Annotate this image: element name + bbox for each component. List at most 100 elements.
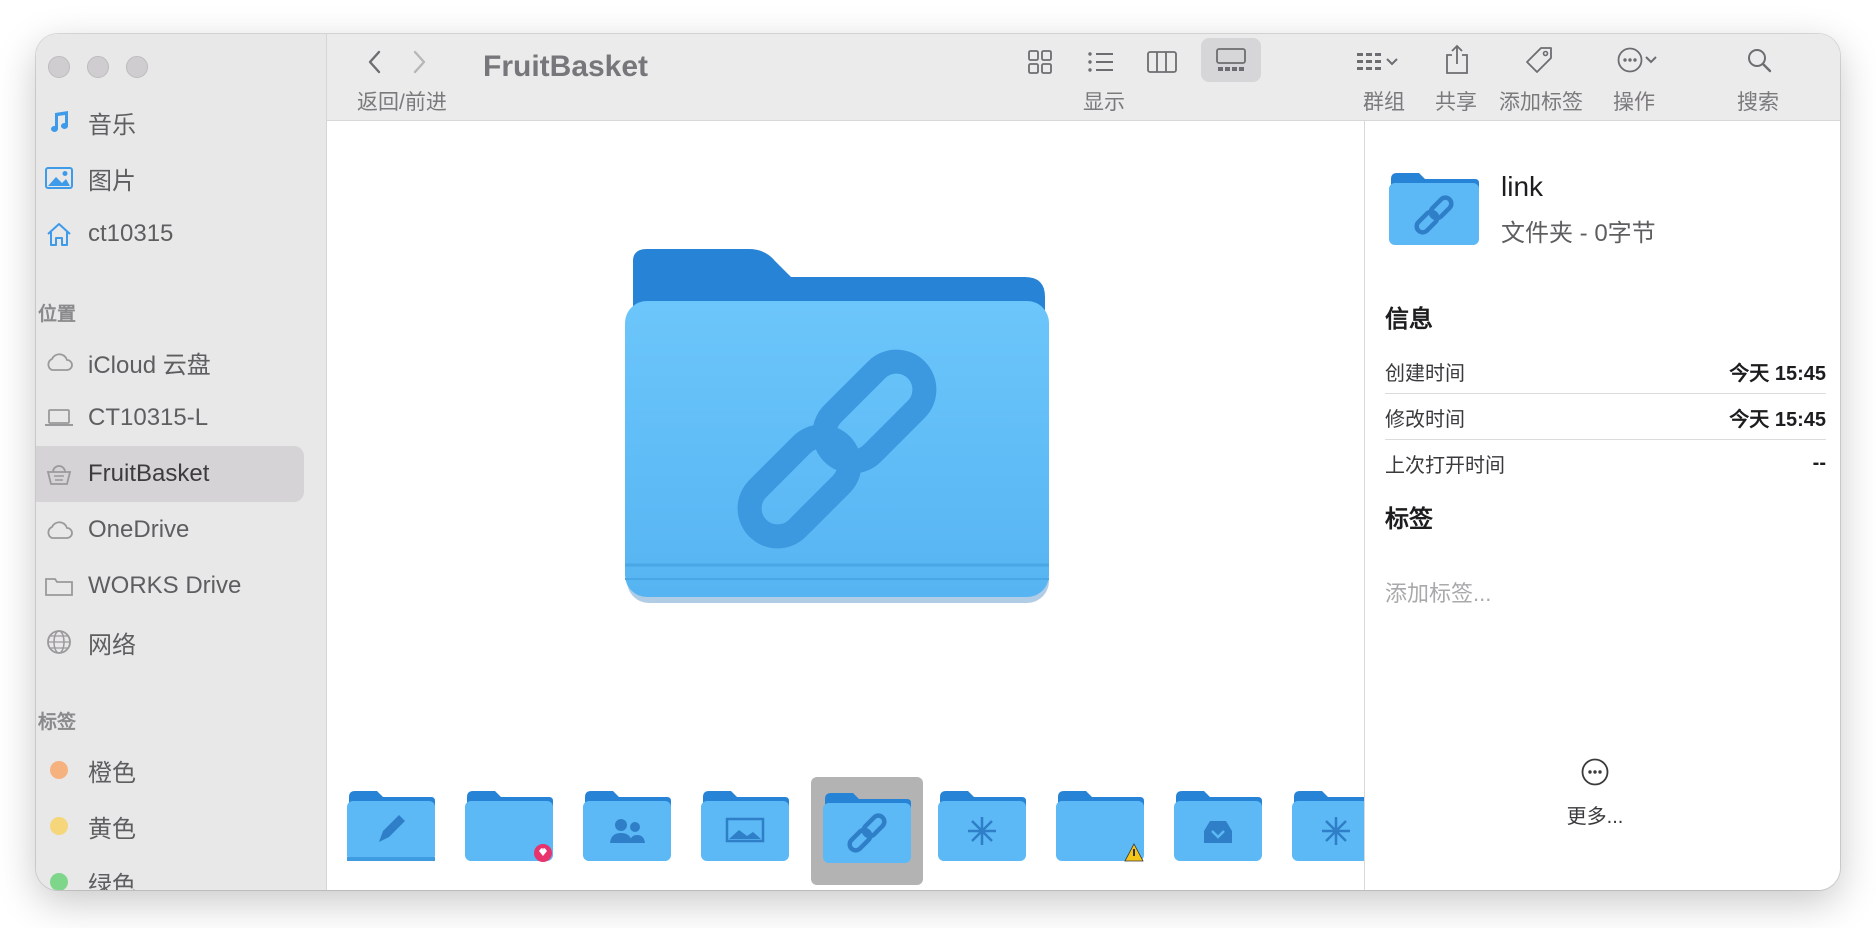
add-tag-label: 添加标签 (1499, 91, 1583, 114)
sidebar-item-label: 图片 (88, 167, 136, 195)
chevron-left-icon (368, 50, 381, 74)
close-button[interactable] (48, 56, 70, 78)
sidebar-item-label: 音乐 (88, 111, 136, 139)
thumbnail-sparkle-2[interactable] (1290, 787, 1364, 865)
sidebar-item-music[interactable]: 音乐 (36, 94, 326, 150)
sidebar-item-icloud[interactable]: iCloud 云盘 (36, 334, 326, 390)
info-value: -- (1812, 451, 1826, 474)
info-header: 信息 (1385, 306, 1433, 333)
sidebar-item-tag-yellow[interactable]: 黄色 (36, 798, 326, 854)
group-button[interactable] (1347, 42, 1407, 82)
zoom-button[interactable] (126, 56, 148, 78)
sidebar-section-locations: 位置 (38, 304, 77, 325)
chevron-down-icon (1386, 58, 1398, 66)
sidebar-item-network[interactable]: 网络 (36, 614, 326, 670)
sidebar-item-pictures[interactable]: 图片 (36, 150, 326, 206)
sidebar-item-works-drive[interactable]: WORKS Drive (36, 558, 326, 614)
view-gallery-button[interactable] (1201, 38, 1261, 82)
search-icon (1748, 49, 1772, 73)
more-button[interactable]: 更多... (1535, 757, 1655, 829)
sidebar-item-tag-green[interactable]: 绿色 (36, 854, 326, 890)
back-button[interactable] (357, 44, 393, 80)
group-icon (1357, 53, 1381, 70)
sidebar-item-computer[interactable]: CT10315-L (36, 390, 326, 446)
tag-dot-icon (42, 865, 76, 890)
sidebar-item-label: WORKS Drive (88, 572, 242, 599)
action-label: 操作 (1613, 91, 1655, 114)
sidebar-item-onedrive[interactable]: OneDrive (36, 502, 326, 558)
inspector-folder-icon (1387, 169, 1481, 254)
thumbnail-picture[interactable] (699, 787, 791, 865)
sidebar: 音乐 图片 ct10315 位置 iCloud 云盘 CT10315-L Fru… (36, 34, 327, 890)
link-folder-icon (1389, 173, 1479, 245)
thumbnail-pencil[interactable] (345, 787, 437, 865)
thumbnail-people[interactable] (581, 787, 673, 865)
sidebar-item-label: FruitBasket (88, 460, 210, 487)
tags-header: 标签 (1385, 506, 1433, 533)
minimize-button[interactable] (87, 56, 109, 78)
thumbnail-warning[interactable] (1054, 787, 1146, 865)
thumbnail-sparkle[interactable] (936, 787, 1028, 865)
basket-icon (42, 457, 76, 491)
share-icon (1446, 44, 1468, 74)
thumbnail-link-selected[interactable] (811, 777, 923, 885)
window-title: FruitBasket (483, 50, 649, 83)
sidebar-item-label: iCloud 云盘 (88, 351, 211, 379)
share-button[interactable] (1437, 38, 1477, 82)
chevron-down-icon (1645, 56, 1657, 64)
view-list-button[interactable] (1079, 42, 1123, 82)
info-key: 创建时间 (1385, 362, 1465, 385)
sidebar-item-label: 网络 (88, 631, 136, 659)
tag-icon (1526, 47, 1552, 73)
info-value: 今天 15:45 (1729, 362, 1826, 385)
sidebar-item-label: ct10315 (88, 220, 174, 247)
view-icons-button[interactable] (1018, 42, 1062, 82)
info-key: 修改时间 (1385, 408, 1465, 431)
thumbnail-inbox[interactable] (1172, 787, 1264, 865)
search-button[interactable] (1739, 40, 1779, 80)
columns-icon (1147, 51, 1177, 73)
info-row-created: 创建时间 今天 15:45 (1385, 349, 1826, 394)
forward-button[interactable] (401, 44, 437, 80)
sidebar-item-home[interactable]: ct10315 (36, 206, 326, 262)
toolbar: 返回/前进 FruitBasket 显示 群组 共享 添加标签 操作 搜索 (327, 34, 1840, 121)
chevron-right-icon (413, 50, 426, 74)
add-tags-field[interactable]: 添加标签... (1385, 576, 1491, 608)
photo-icon (42, 161, 76, 195)
inbox-icon (1204, 821, 1232, 843)
more-label: 更多... (1566, 806, 1624, 828)
tag-dot-icon (42, 809, 76, 843)
search-label: 搜索 (1737, 91, 1779, 114)
group-label: 群组 (1363, 91, 1405, 114)
finder-window: 音乐 图片 ct10315 位置 iCloud 云盘 CT10315-L Fru… (36, 34, 1840, 890)
sidebar-item-label: 黄色 (88, 815, 136, 843)
window-controls (48, 56, 148, 78)
sidebar-item-label: CT10315-L (88, 404, 209, 431)
sidebar-item-label: 橙色 (88, 759, 136, 787)
inspector-file-kind: 文件夹 - 0字节 (1501, 220, 1656, 247)
inspector-panel: link 文件夹 - 0字节 信息 创建时间 今天 15:45 修改时间 今天 … (1364, 121, 1840, 890)
share-label: 共享 (1435, 91, 1477, 114)
link-folder-icon (625, 249, 1049, 603)
sidebar-item-fruitbasket[interactable]: FruitBasket (36, 446, 304, 502)
ellipsis-circle-icon (1617, 47, 1643, 73)
view-columns-button[interactable] (1140, 42, 1184, 82)
gallery-icon (1216, 48, 1246, 71)
gallery-view (327, 121, 1364, 890)
thumbnail-heart[interactable] (463, 787, 555, 865)
sparkle-icon (968, 817, 996, 845)
info-key: 上次打开时间 (1385, 454, 1505, 477)
thumbnail-strip (327, 767, 1364, 887)
sidebar-section-tags: 标签 (38, 712, 77, 733)
globe-icon (42, 625, 76, 659)
add-tag-button[interactable] (1519, 38, 1559, 82)
ellipsis-circle-icon (1581, 758, 1609, 786)
action-button[interactable] (1607, 40, 1667, 80)
view-label: 显示 (1083, 91, 1125, 114)
sidebar-item-label: OneDrive (88, 516, 190, 543)
sidebar-item-tag-orange[interactable]: 橙色 (36, 742, 326, 798)
laptop-icon (42, 401, 76, 435)
home-icon (42, 217, 76, 251)
back-forward-label: 返回/前进 (357, 91, 447, 114)
music-note-icon (42, 105, 76, 139)
